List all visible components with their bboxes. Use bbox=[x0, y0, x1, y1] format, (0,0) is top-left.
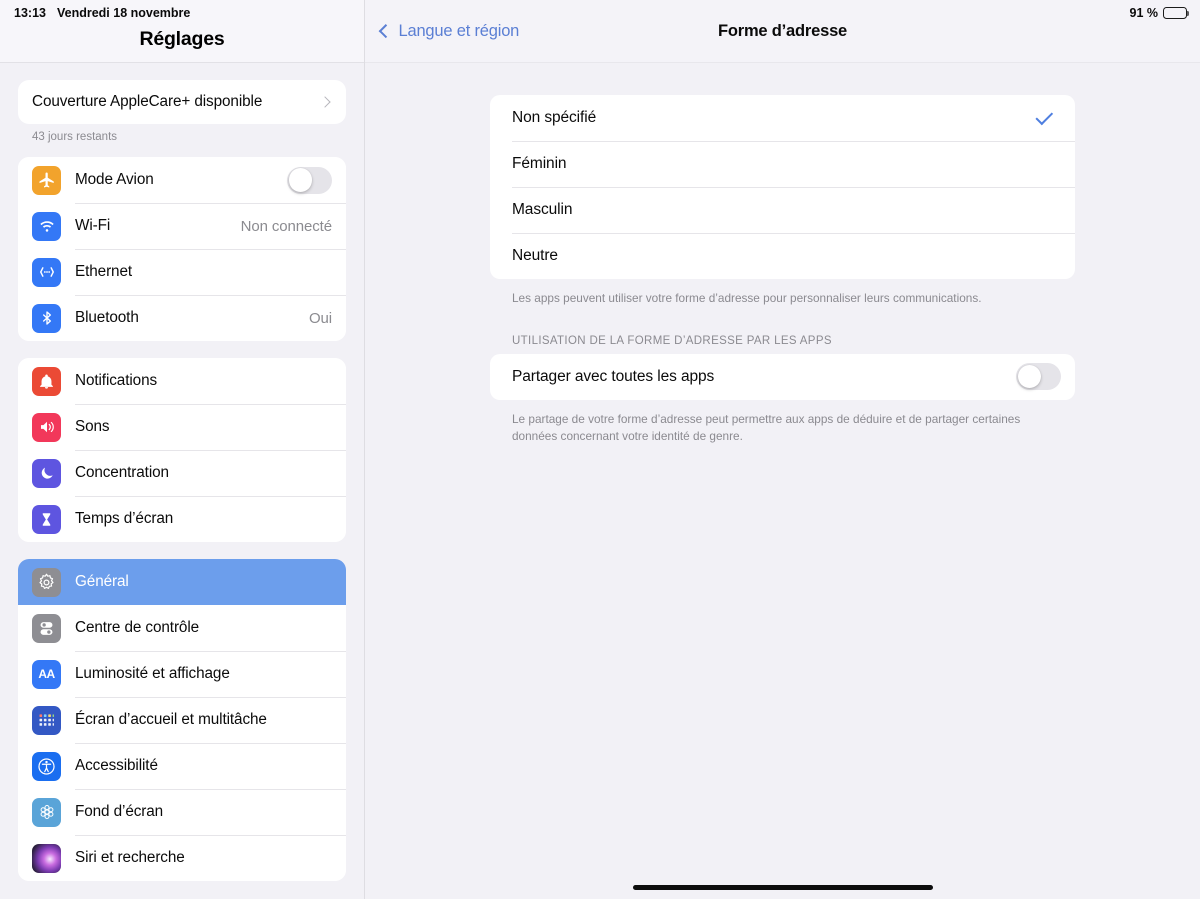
ipad-settings-screen: 13:13 Vendredi 18 novembre 91 % Réglages… bbox=[0, 0, 1200, 899]
accessibility-icon bbox=[32, 751, 61, 781]
bluetooth-icon bbox=[32, 303, 61, 333]
sidebar-item-accessibilite[interactable]: Accessibilité bbox=[18, 743, 346, 789]
sidebar-item-label: Bluetooth bbox=[75, 309, 139, 326]
sidebar-item-label: Général bbox=[75, 573, 129, 590]
bell-icon bbox=[32, 366, 61, 396]
sidebar-body: Couverture AppleCare+ disponible 43 jour… bbox=[0, 63, 364, 881]
sidebar-header: Réglages bbox=[0, 0, 364, 63]
wallpaper-icon bbox=[32, 797, 61, 827]
back-button-label: Langue et région bbox=[398, 21, 520, 40]
sidebar-item-label: Écran d’accueil et multitâche bbox=[75, 711, 267, 728]
share-note: Le partage de votre forme d’adresse peut… bbox=[512, 411, 1021, 443]
sidebar-item-ecran-daccueil[interactable]: Écran d’accueil et multitâche bbox=[18, 697, 346, 743]
option-non-specifie[interactable]: Non spécifié bbox=[490, 95, 1075, 141]
sidebar-item-wifi[interactable]: Wi-Fi Non connecté bbox=[18, 203, 346, 249]
sidebar-item-label: Fond d’écran bbox=[75, 803, 164, 820]
ethernet-icon bbox=[32, 257, 61, 287]
option-masculin[interactable]: Masculin bbox=[490, 187, 1075, 233]
sidebar-item-label: Concentration bbox=[75, 464, 169, 481]
sidebar-item-bluetooth[interactable]: Bluetooth Oui bbox=[18, 295, 346, 341]
sidebar-item-luminosite-et-affichage[interactable]: AA Luminosité et affichage bbox=[18, 651, 346, 697]
option-label: Masculin bbox=[512, 201, 573, 218]
airplane-icon bbox=[32, 165, 61, 195]
sidebar-item-general[interactable]: Général bbox=[18, 559, 346, 605]
sidebar-group-notifications: Notifications Sons Concentration Temps d… bbox=[18, 358, 346, 542]
wifi-icon bbox=[32, 211, 61, 241]
option-feminin[interactable]: Féminin bbox=[490, 141, 1075, 187]
detail-body: Non spécifié Féminin Masculin Neutre Les… bbox=[365, 63, 1200, 444]
aa-icon: AA bbox=[32, 659, 61, 689]
wifi-status-value: Non connecté bbox=[240, 217, 332, 235]
sidebar-item-notifications[interactable]: Notifications bbox=[18, 358, 346, 404]
checkmark-icon bbox=[1035, 107, 1054, 125]
option-label: Féminin bbox=[512, 155, 567, 172]
bluetooth-status-value: Oui bbox=[308, 309, 332, 327]
control-center-icon bbox=[32, 613, 61, 643]
siri-icon bbox=[32, 843, 61, 873]
sidebar-item-label: Temps d’écran bbox=[75, 510, 174, 527]
chevron-left-icon bbox=[379, 24, 393, 38]
sidebar-item-concentration[interactable]: Concentration bbox=[18, 450, 346, 496]
airplane-mode-toggle[interactable] bbox=[287, 166, 332, 194]
applecare-footnote: 43 jours restants bbox=[32, 131, 118, 143]
options-section: Non spécifié Féminin Masculin Neutre Les… bbox=[490, 95, 1075, 444]
option-neutre[interactable]: Neutre bbox=[490, 233, 1075, 279]
sidebar-item-label: Luminosité et affichage bbox=[75, 665, 230, 682]
applecare-banner[interactable]: Couverture AppleCare+ disponible bbox=[18, 80, 346, 124]
sidebar-group-connectivity: Mode Avion Wi-Fi Non connecté Ethernet B… bbox=[18, 157, 346, 341]
hourglass-icon bbox=[32, 504, 61, 534]
detail-header: Langue et région Forme d’adresse bbox=[365, 0, 1200, 63]
sidebar-item-label: Mode Avion bbox=[75, 171, 154, 188]
sidebar-item-mode-avion[interactable]: Mode Avion bbox=[18, 157, 346, 203]
gear-icon bbox=[32, 567, 61, 597]
detail-pane: Langue et région Forme d’adresse Non spé… bbox=[365, 0, 1200, 899]
sidebar-item-centre-de-controle[interactable]: Centre de contrôle bbox=[18, 605, 346, 651]
sidebar-item-siri-et-recherche[interactable]: Siri et recherche bbox=[18, 835, 346, 881]
sidebar-item-label: Notifications bbox=[75, 372, 158, 389]
apps-usage-section-header: UTILISATION DE LA FORME D’ADRESSE PAR LE… bbox=[512, 334, 832, 347]
share-row-label: Partager avec toutes les apps bbox=[512, 367, 715, 385]
sidebar-item-label: Ethernet bbox=[75, 263, 133, 280]
share-with-all-apps-row[interactable]: Partager avec toutes les apps bbox=[490, 353, 1075, 400]
sidebar-item-fond-decran[interactable]: Fond d’écran bbox=[18, 789, 346, 835]
sidebar-item-temps-decran[interactable]: Temps d’écran bbox=[18, 496, 346, 542]
sidebar-item-label: Centre de contrôle bbox=[75, 619, 200, 636]
applecare-label: Couverture AppleCare+ disponible bbox=[32, 93, 263, 110]
page-title: Réglages bbox=[139, 28, 225, 50]
home-indicator[interactable] bbox=[632, 884, 933, 890]
moon-icon bbox=[32, 458, 61, 488]
sidebar-item-ethernet[interactable]: Ethernet bbox=[18, 249, 346, 295]
share-with-all-apps-toggle[interactable] bbox=[1016, 363, 1061, 391]
back-button[interactable]: Langue et région bbox=[365, 22, 519, 41]
sidebar-item-sons[interactable]: Sons bbox=[18, 404, 346, 450]
sidebar-item-label: Sons bbox=[75, 418, 110, 435]
sidebar-group-general: Général Centre de contrôle AA Luminosité… bbox=[18, 559, 346, 881]
speaker-icon bbox=[32, 412, 61, 442]
option-label: Neutre bbox=[512, 247, 558, 264]
address-form-options-card: Non spécifié Féminin Masculin Neutre bbox=[490, 95, 1075, 279]
sidebar-item-label: Wi-Fi bbox=[75, 217, 111, 234]
option-label: Non spécifié bbox=[512, 109, 597, 126]
sidebar-item-label: Siri et recherche bbox=[75, 849, 185, 866]
app-grid-icon bbox=[32, 705, 61, 735]
chevron-right-icon bbox=[319, 96, 331, 108]
options-note: Les apps peuvent utiliser votre forme d’… bbox=[512, 291, 982, 305]
share-with-apps-card: Partager avec toutes les apps bbox=[490, 353, 1075, 400]
settings-sidebar: Réglages Couverture AppleCare+ disponibl… bbox=[0, 0, 365, 899]
sidebar-item-label: Accessibilité bbox=[75, 757, 158, 774]
